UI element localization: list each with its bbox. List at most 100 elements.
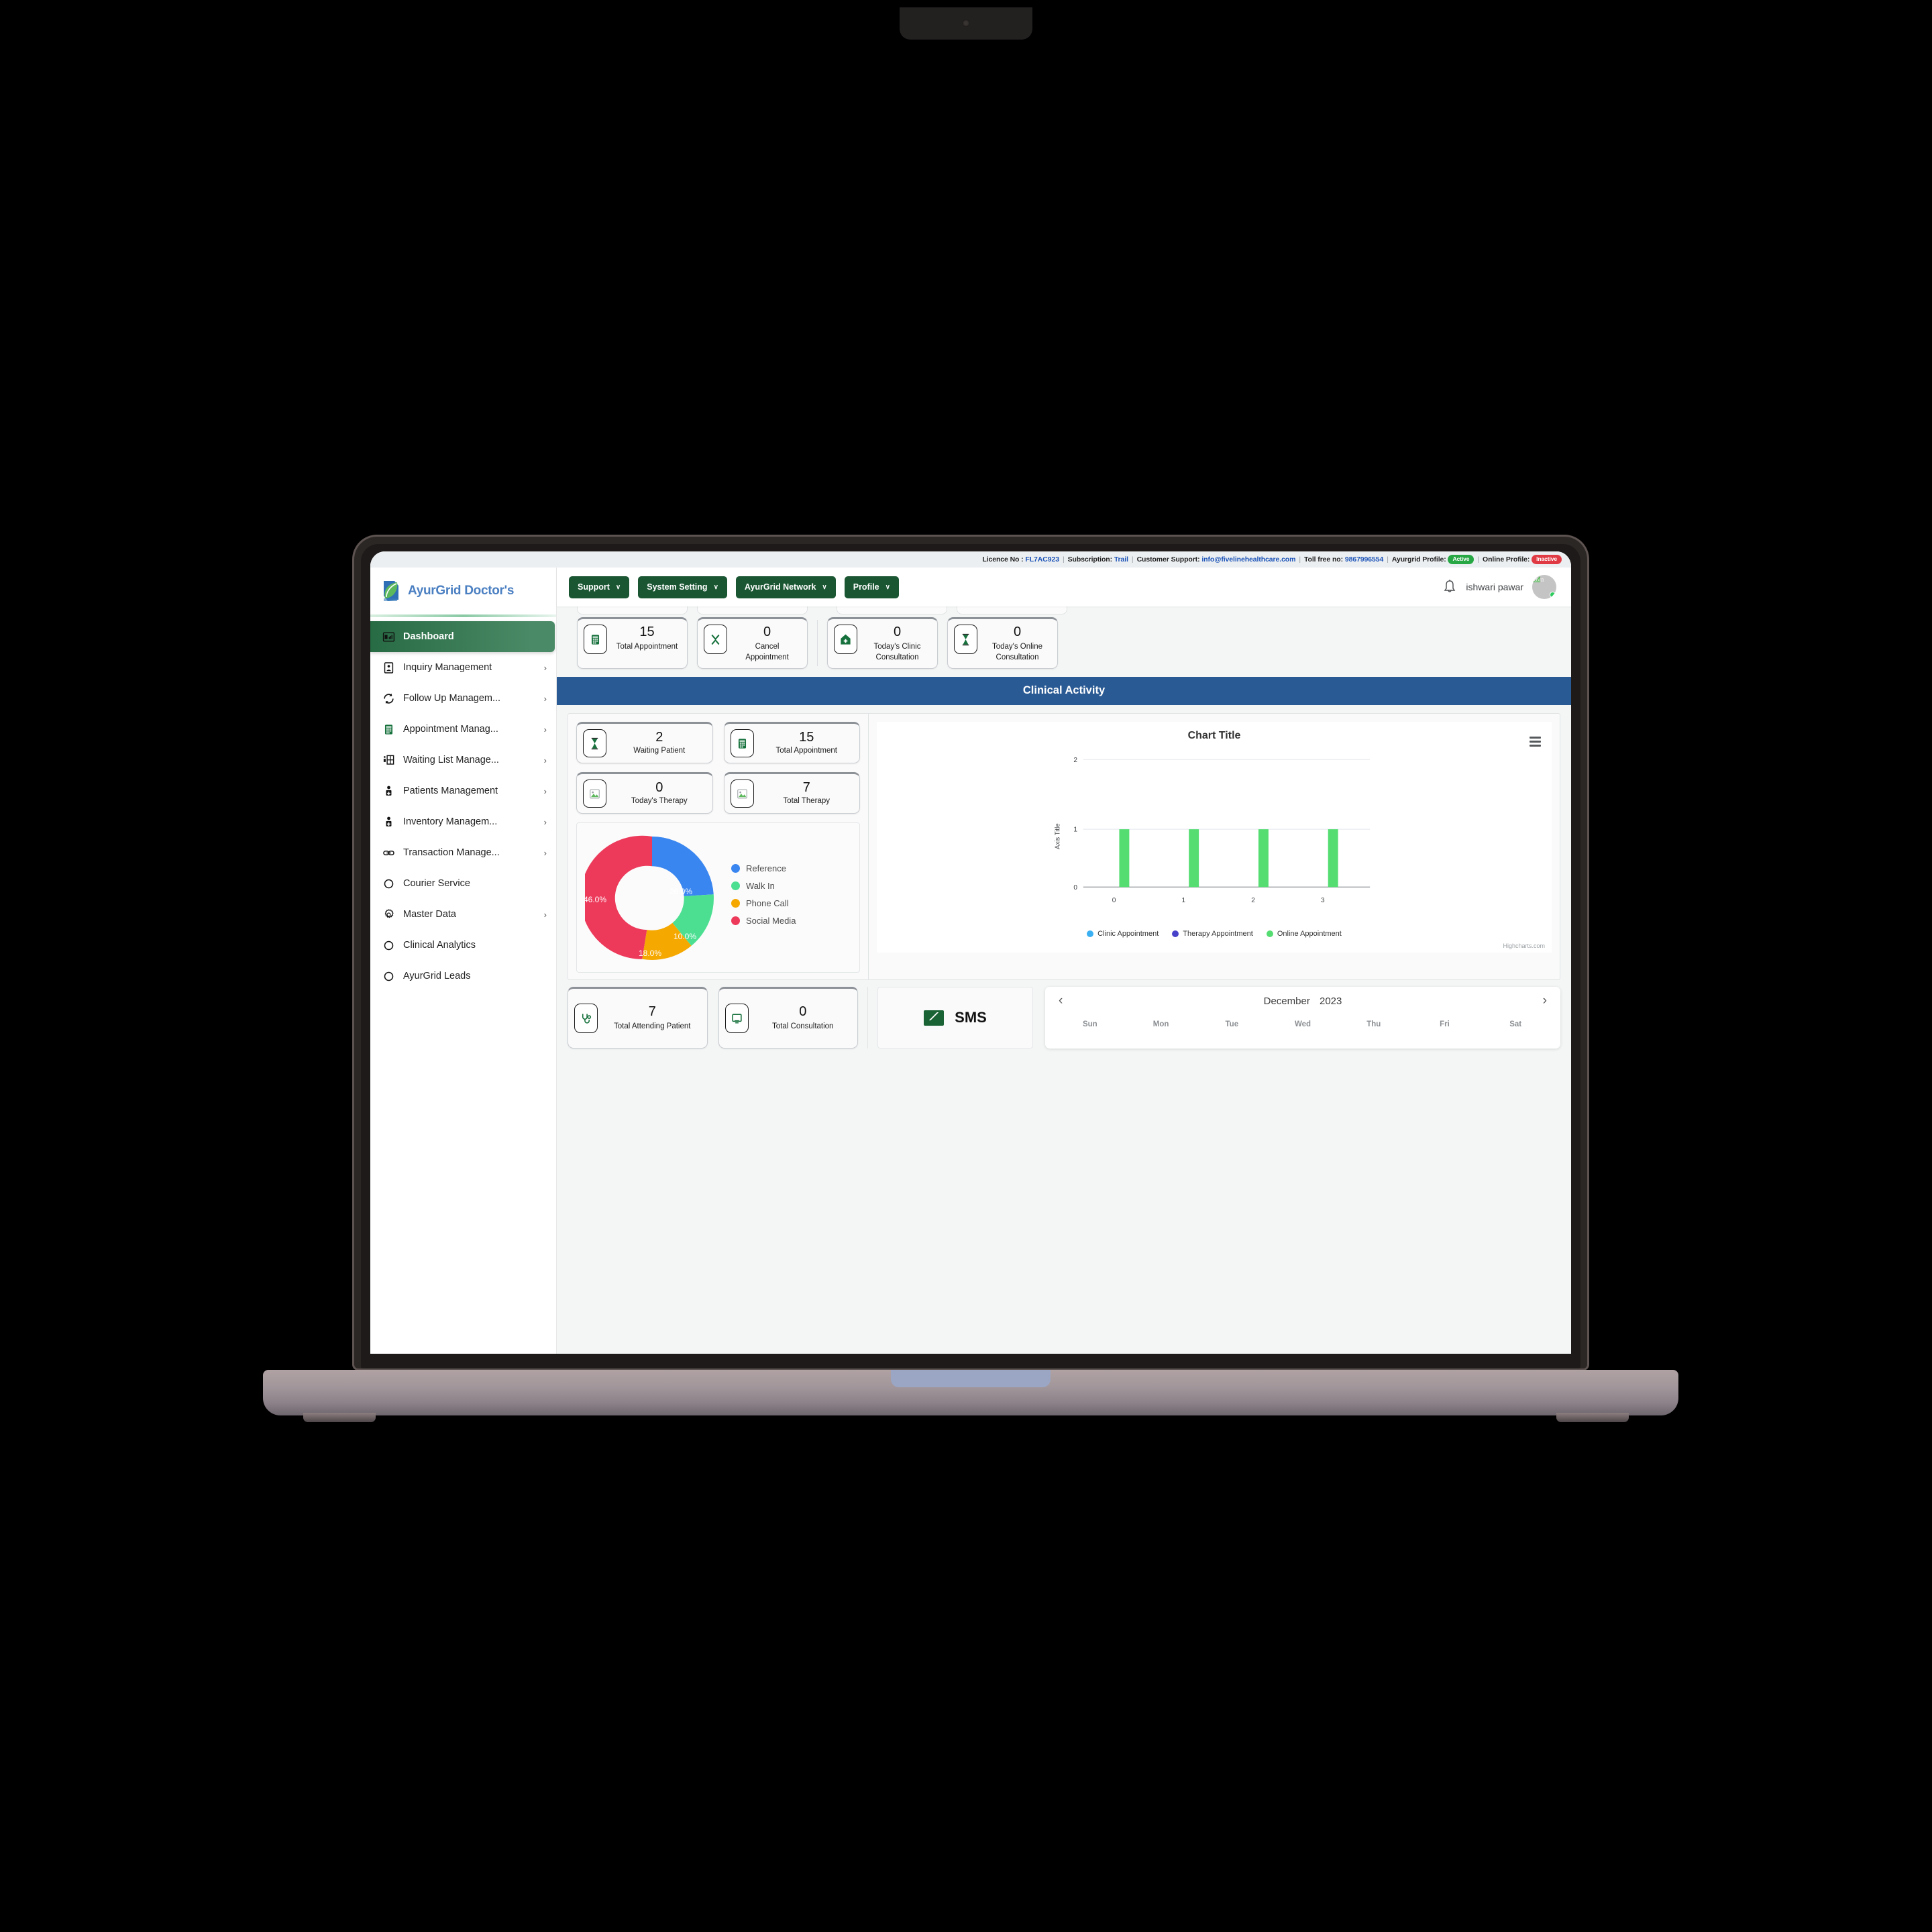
legend-item[interactable]: Social Media [731,916,796,926]
kpi-value: 7 [648,1004,656,1020]
chevron-right-icon: › [543,693,547,704]
bar-online-3[interactable] [1328,829,1338,888]
y-axis-title: Axis Title [1055,823,1062,849]
support-email-link[interactable]: info@fivelinehealthcare.com [1201,555,1295,564]
monitor-icon [724,1004,749,1034]
kpi-label: Today's Clinic Consultation [873,643,921,661]
kpi-card[interactable]: 0 Today's Therapy [576,772,713,814]
legend-item[interactable]: Phone Call [731,898,796,908]
kpi-text: 7 Total Therapy [761,780,853,807]
calendar-dow: Fri [1440,1020,1450,1029]
kpi-text: 0 Total Consultation [755,1004,851,1032]
link-icon [382,846,395,859]
legend-item[interactable]: Online Appointment [1266,930,1342,938]
bottom-right-widgets: SMS ‹ December 2023 › Sun Mon Tue Wed Th… [868,987,1560,1049]
kpi-card[interactable]: 15 Total Appointment [577,617,688,669]
peek-card [697,606,808,614]
calendar-icon [382,722,395,736]
system-setting-button[interactable]: System Setting ∨ [638,576,727,598]
profile-button[interactable]: Profile ∨ [844,576,899,598]
hourglass-icon [954,625,977,654]
bell-icon[interactable] [1442,579,1457,595]
sidebar-item-follow-up-managem[interactable]: Follow Up Managem... › [370,683,556,714]
chevron-right-icon: › [543,847,547,858]
tollfree-value: 9867996554 [1344,555,1384,564]
sidebar-item-inquiry-management[interactable]: Inquiry Management › [370,652,556,683]
kpi-card[interactable]: 7 Total Therapy [723,772,860,814]
legend-color-dot [1266,930,1273,938]
dashboard-icon [382,630,395,643]
sidebar-item-ayurgrid-leads[interactable]: AyurGrid Leads [370,961,556,991]
kpi-label: Today's Therapy [631,797,688,806]
bar-online-2[interactable] [1258,829,1269,888]
legend-item[interactable]: Reference [731,863,796,873]
donut-label-socialmedia: 46.0% [585,895,606,904]
calendar-widget: ‹ December 2023 › Sun Mon Tue Wed Thu Fri Sat [1045,987,1560,1049]
calendar-dow: Tue [1225,1020,1239,1029]
peek-card [837,606,947,614]
kpi-card[interactable]: 15 Total Appointment [723,722,860,764]
calendar-dow: Mon [1152,1020,1169,1029]
webcam-icon [962,19,970,27]
appointment-bar-chart: Chart Title Axis Title 2 1 0 0 1 2 3 Cli… [877,722,1552,953]
kpi-card[interactable]: 0 Total Consultation [718,987,858,1049]
sidebar-item-clinical-analytics[interactable]: Clinical Analytics [370,930,556,961]
sidebar-item-label: Follow Up Managem... [403,693,501,704]
y-tick-2: 2 [1073,757,1077,764]
legend-label: Walk In [746,881,775,892]
dashboard-content: 15 Total Appointment 0 Cancel Appointment 0… [557,606,1571,1354]
sidebar-item-waiting-list-manage[interactable]: Waiting List Manage... › [370,745,556,775]
hamburger-menu-icon[interactable] [1529,737,1541,749]
bar-online-0[interactable] [1119,829,1130,888]
kpi-card[interactable]: 7 Total Attending Patient [568,987,708,1049]
calendar-header: ‹ December 2023 › [1055,994,1551,1008]
sms-card[interactable]: SMS [877,987,1033,1049]
patient-icon [382,784,395,798]
sidebar-item-dashboard[interactable]: Dashboard [370,621,555,652]
chevron-right-icon: › [543,724,547,735]
gear-icon [382,908,395,921]
bar-chart-legend: Clinic Appointment Therapy Appointment Onl… [877,930,1552,938]
legend-item[interactable]: Clinic Appointment [1087,930,1159,938]
envelope-icon [924,1010,945,1026]
calendar-icon [730,729,754,758]
kpi-value: 0 [763,625,771,639]
avatar[interactable]: ava [1532,575,1556,599]
calendar-dow: Thu [1366,1020,1381,1029]
sidebar-item-inventory-managem[interactable]: Inventory Managem... › [370,806,556,837]
support-button[interactable]: Support ∨ [569,576,630,598]
kpi-card[interactable]: 0 Today's Online Consultation [947,617,1058,669]
chevron-down-icon: ∨ [713,583,718,591]
x-tick-2: 2 [1251,897,1255,904]
sidebar-item-master-data[interactable]: Master Data › [370,899,556,930]
calendar-dow: Wed [1294,1020,1311,1029]
inquiry-icon [382,661,395,674]
sidebar-item-patients-management[interactable]: Patients Management › [370,775,556,806]
highcharts-credit[interactable]: Highcharts.com [1503,943,1545,949]
stethoscope-icon [574,1004,598,1034]
brand-header[interactable]: AyurGrid Doctor's [370,568,556,614]
sidebar-item-courier-service[interactable]: Courier Service [370,868,556,899]
kpi-text: 7 Total Attending Patient [604,1004,700,1032]
inventory-icon [382,815,395,828]
kpi-card[interactable]: 0 Today's Clinic Consultation [827,617,938,669]
y-tick-0: 0 [1073,884,1077,892]
chevron-right-icon[interactable]: › [1539,994,1551,1008]
peek-card [577,606,688,614]
bottom-row: 7 Total Attending Patient 0 Total Consultat… [557,980,1571,1049]
bar-online-1[interactable] [1189,829,1199,888]
ayurgrid-network-button[interactable]: AyurGrid Network ∨ [735,576,836,598]
sidebar-item-appointment-manag[interactable]: Appointment Manag... › [370,714,556,745]
kpi-label: Total Appointment [616,643,678,651]
kpi-card[interactable]: 0 Cancel Appointment [697,617,808,669]
partially-scrolled-card-row [557,606,1571,616]
legend-color-dot [731,916,740,926]
chevron-right-icon: › [543,909,547,920]
legend-item[interactable]: Walk In [731,881,796,891]
legend-item[interactable]: Therapy Appointment [1172,930,1253,938]
kpi-card[interactable]: 2 Waiting Patient [576,722,713,764]
sidebar-item-transaction-manage[interactable]: Transaction Manage... › [370,837,556,868]
kpi-label: Total Therapy [783,797,830,806]
chevron-left-icon[interactable]: ‹ [1055,994,1067,1008]
calendar-day-headers: Sun Mon Tue Wed Thu Fri Sat [1055,1020,1551,1028]
